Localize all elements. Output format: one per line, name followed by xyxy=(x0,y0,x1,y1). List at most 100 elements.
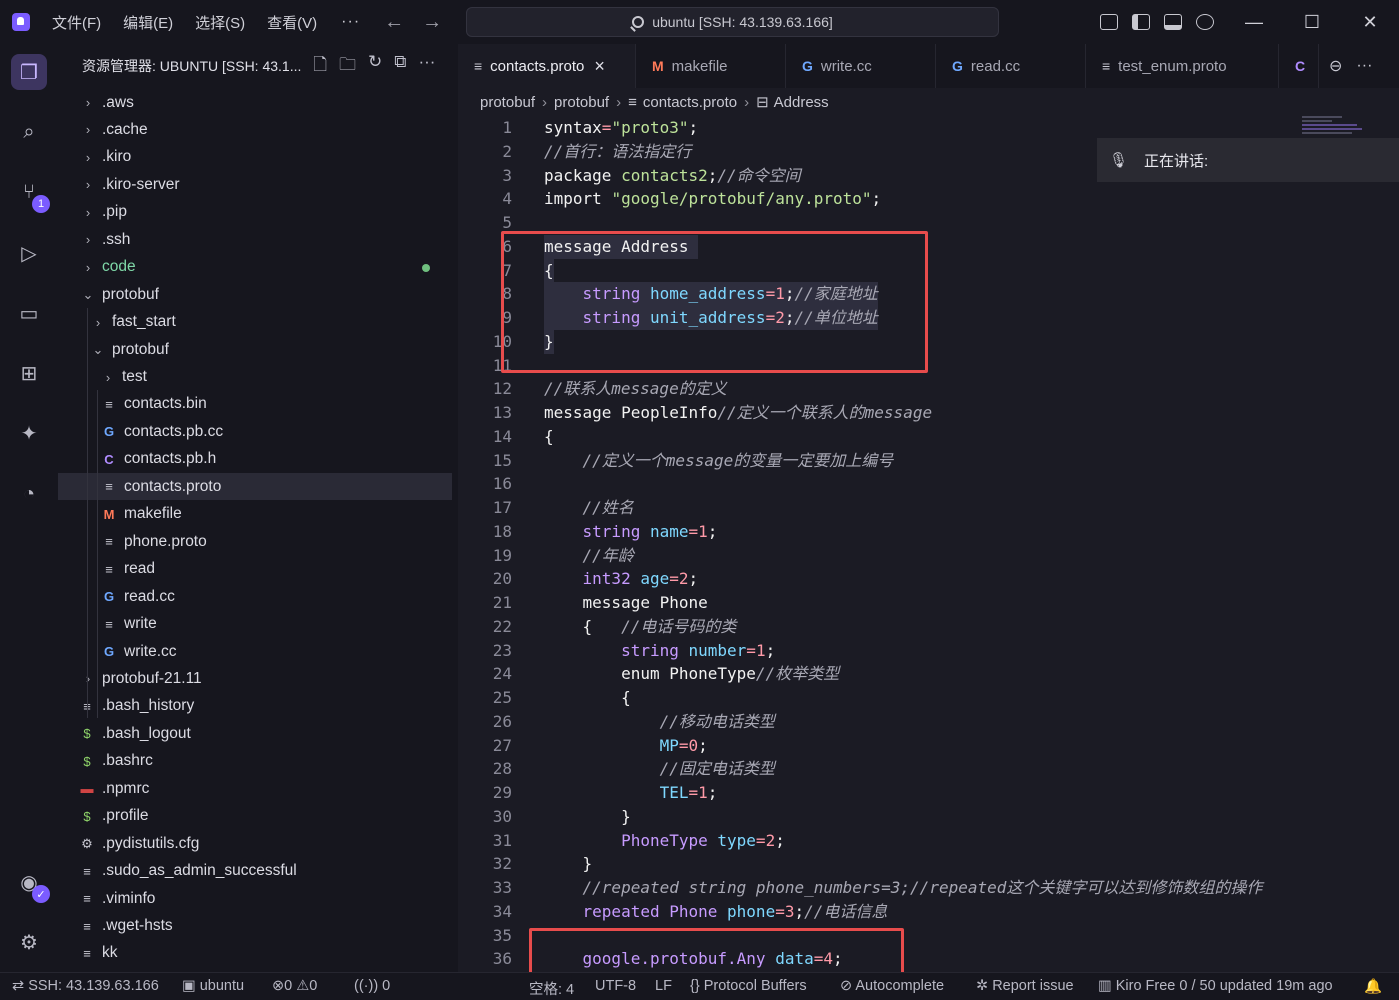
code-text: //固定电话类型 xyxy=(544,757,775,781)
refresh-icon[interactable]: ↻ xyxy=(368,52,382,81)
tree-item[interactable]: › test xyxy=(58,364,452,391)
breadcrumb-item[interactable]: protobuf xyxy=(480,94,535,111)
tree-item[interactable]: ▬ .npmrc xyxy=(58,775,452,802)
problems-status[interactable]: ⊗0 ⚠0 xyxy=(272,978,317,994)
autocomplete-status[interactable]: ⊘ Autocomplete xyxy=(840,978,944,994)
editor-tab[interactable]: Gread.cc xyxy=(936,44,1086,88)
line-number: 33 xyxy=(492,878,512,897)
tree-item[interactable]: ≡ .sudo_as_admin_successful xyxy=(58,858,452,885)
tree-item[interactable]: ⌄ protobuf xyxy=(58,336,452,363)
circle-slash-icon: ⊘ xyxy=(840,978,856,994)
command-center-search[interactable]: ubuntu [SSH: 43.139.63.166] xyxy=(466,7,999,37)
tree-item[interactable]: Gwrite.cc xyxy=(58,638,452,665)
tree-item[interactable]: › .pip xyxy=(58,199,452,226)
account-icon[interactable]: ◉ ✓ xyxy=(14,867,50,903)
breadcrumb-separator-icon: › xyxy=(616,93,622,111)
profile-status[interactable]: ▣ ubuntu xyxy=(182,978,244,994)
menu-edit[interactable]: 编辑(E) xyxy=(123,12,173,33)
line-number: 34 xyxy=(492,901,512,921)
report-issue-status[interactable]: ✲ Report issue xyxy=(976,978,1074,994)
extensions-icon[interactable]: ⊞ xyxy=(14,358,44,388)
menu-file[interactable]: 文件(F) xyxy=(52,12,101,33)
tree-item[interactable]: › .kiro xyxy=(58,144,452,171)
tree-item[interactable]: › .cache xyxy=(58,116,452,143)
customize-layout-icon[interactable] xyxy=(1100,14,1118,30)
tree-item[interactable]: › .ssh xyxy=(58,226,452,253)
code-text: string name=1; xyxy=(544,520,718,544)
tree-item[interactable]: ≡ .wget-hsts xyxy=(58,913,452,940)
remote-explorer-icon[interactable]: ▭ xyxy=(14,298,44,328)
editor-tab[interactable]: ≡ contacts.proto × xyxy=(458,44,636,88)
editor-tab[interactable]: Gwrite.cc xyxy=(786,44,936,88)
tree-item[interactable]: ≡ read xyxy=(58,556,452,583)
encoding-status[interactable]: UTF-8 xyxy=(595,978,636,994)
explorer-more-icon[interactable]: ··· xyxy=(418,52,435,81)
breadcrumb-item[interactable]: protobuf xyxy=(554,94,609,111)
tab-more-icon[interactable]: ··· xyxy=(1356,57,1372,75)
mic-muted-icon[interactable]: 🎙 xyxy=(1109,151,1128,169)
split-editor-icon[interactable]: ⊖ xyxy=(1329,56,1342,76)
tree-item[interactable]: ⚙ .pydistutils.cfg xyxy=(58,830,452,857)
code-token: number xyxy=(688,640,747,660)
minimize-icon[interactable]: — xyxy=(1225,12,1283,33)
tree-item[interactable]: $ .profile xyxy=(58,803,452,830)
close-tab-icon[interactable]: × xyxy=(594,56,605,77)
code-line: 17 //姓名 xyxy=(458,496,1399,520)
tree-item[interactable]: Mmakefile xyxy=(58,501,452,528)
language-status[interactable]: {} Protocol Buffers xyxy=(690,978,807,994)
tree-item[interactable]: › .kiro-server xyxy=(58,171,452,198)
ports-status[interactable]: ((·)) 0 xyxy=(354,978,390,994)
tree-item[interactable]: › protobuf-21.11 xyxy=(58,665,452,692)
close-window-icon[interactable]: ✕ xyxy=(1341,12,1399,33)
forward-arrow-icon[interactable]: → xyxy=(422,11,442,34)
tree-item[interactable]: ≡ phone.proto xyxy=(58,528,452,555)
tree-item[interactable]: ≡ .viminfo xyxy=(58,885,452,912)
tree-item[interactable]: $ .bash_logout xyxy=(58,720,452,747)
kiro-agent-icon[interactable]: ✦ xyxy=(14,418,44,448)
back-arrow-icon[interactable]: ← xyxy=(384,11,404,34)
chat-icon[interactable] xyxy=(1196,14,1214,30)
cpp-file-icon: G xyxy=(103,424,115,440)
editor-tab[interactable]: C xyxy=(1279,44,1319,88)
editor-tab[interactable]: Mmakefile xyxy=(636,44,786,88)
tree-item[interactable]: ≡ write xyxy=(58,611,452,638)
tree-item[interactable]: $ .bashrc xyxy=(58,748,452,775)
new-file-icon[interactable]: 🗋 xyxy=(313,52,327,81)
explorer-icon[interactable]: ❐ xyxy=(11,54,47,90)
breadcrumb-item[interactable]: contacts.proto xyxy=(643,94,737,111)
menu-more-icon[interactable]: ··· xyxy=(341,13,360,31)
run-debug-icon[interactable]: ▷ xyxy=(14,238,44,268)
menu-selection[interactable]: 选择(S) xyxy=(195,12,245,33)
code-token: //年龄 xyxy=(582,545,634,565)
search-icon[interactable]: ⌕ xyxy=(14,117,44,147)
notifications-bell-icon[interactable]: 🔔 xyxy=(1364,978,1382,995)
tree-item[interactable]: › fast_start xyxy=(58,309,452,336)
tree-item[interactable]: ≡ kk xyxy=(58,940,452,967)
line-number: 15 xyxy=(492,450,512,470)
menu-view[interactable]: 查看(V) xyxy=(267,12,317,33)
tree-item[interactable]: Ccontacts.pb.h xyxy=(58,446,452,473)
kiro-usage-status[interactable]: ▥ Kiro Free 0 / 50 updated 19m ago xyxy=(1098,978,1333,994)
maximize-icon[interactable]: ☐ xyxy=(1283,12,1341,33)
tree-item[interactable]: ≡ contacts.bin xyxy=(58,391,452,418)
tree-item[interactable]: Gread.cc xyxy=(58,583,452,610)
tree-item[interactable]: › .aws xyxy=(58,89,452,116)
eol-status[interactable]: LF xyxy=(655,978,672,994)
tree-item[interactable]: › code xyxy=(58,254,452,281)
toggle-panel-icon[interactable] xyxy=(1164,14,1182,30)
new-folder-icon[interactable]: 🗀 xyxy=(339,52,356,81)
cpp-file-icon: G xyxy=(103,644,115,659)
ghost-icon[interactable]: ◔ xyxy=(14,479,44,509)
tree-item[interactable]: ≡ contacts.proto xyxy=(58,473,452,501)
toggle-sidebar-icon[interactable] xyxy=(1132,14,1150,30)
source-control-icon[interactable]: ⑂ 1 xyxy=(14,177,50,213)
tree-item[interactable]: ≡.bash_history xyxy=(58,693,452,720)
remote-status[interactable]: ⇄ SSH: 43.139.63.166 xyxy=(12,978,159,994)
tree-item[interactable]: ⌄ protobuf xyxy=(58,281,452,308)
breadcrumb-item[interactable]: Address xyxy=(774,94,829,111)
collapse-all-icon[interactable]: ⧉ xyxy=(394,52,406,81)
tree-item[interactable]: Gcontacts.pb.cc xyxy=(58,418,452,445)
indent-status[interactable]: 空格: 4 xyxy=(529,978,574,999)
editor-tab[interactable]: ≡ test_enum.proto xyxy=(1086,44,1279,88)
settings-gear-icon[interactable]: ⚙ xyxy=(14,927,44,957)
